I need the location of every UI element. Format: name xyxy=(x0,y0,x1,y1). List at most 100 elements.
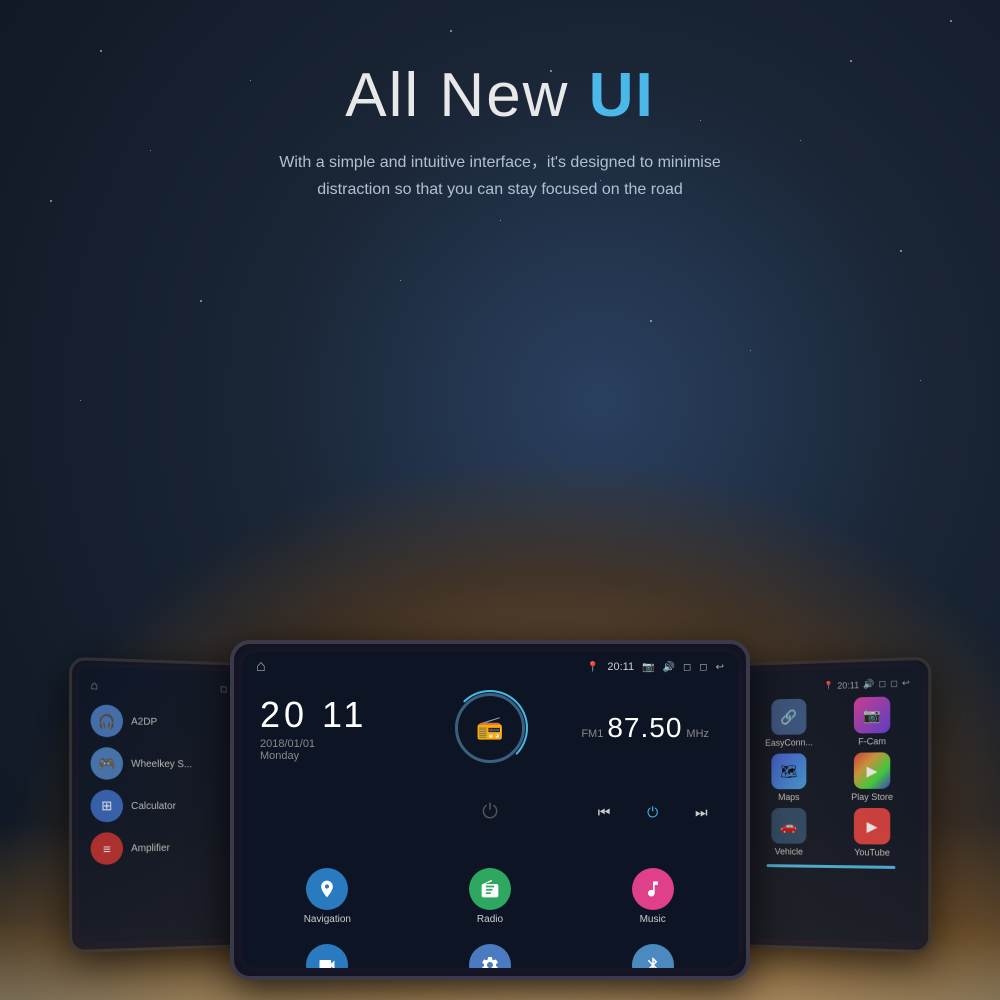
radio-circle: 📻 xyxy=(455,693,525,763)
wheelkey-icon: 🎮 xyxy=(91,747,123,780)
bluetooth-app-button[interactable]: Bluetooth xyxy=(571,938,734,968)
clock-date: 2018/01/01 xyxy=(260,738,315,750)
header-section: All New UI With a simple and intuitive i… xyxy=(0,60,1000,203)
bluetooth-icon xyxy=(632,944,674,968)
center-device-screen: ⌂ 📍 20:11 📷 🔊 ◻ ◻ ↩ 20 11 xyxy=(242,652,738,968)
back-icon[interactable]: ↩ xyxy=(716,662,724,673)
video-app-button[interactable]: Video xyxy=(246,938,409,968)
controls-cell: ⏮ ⏻ ⏭ xyxy=(571,770,734,854)
youtube-icon: ▶ xyxy=(854,808,890,845)
maps-icon: 🗺 xyxy=(771,753,806,789)
camera-icon: 📷 xyxy=(642,662,654,673)
window-icon: ◻ xyxy=(683,662,691,673)
right-device: 📍 20:11 🔊 ◻ ◻ ↩ 🔗 EasyConn... 📷 F-Cam 🗺 xyxy=(733,657,931,954)
screen-icon: ◻ xyxy=(699,662,707,673)
center-content: ⌂ 📍 20:11 📷 🔊 ◻ ◻ ↩ 20 11 xyxy=(242,652,738,968)
left-status-icon: ◻ xyxy=(220,683,227,694)
center-home-icon[interactable]: ⌂ xyxy=(256,658,266,676)
next-button[interactable]: ⏭ xyxy=(695,804,708,821)
right-device-screen: 📍 20:11 🔊 ◻ ◻ ↩ 🔗 EasyConn... 📷 F-Cam 🗺 xyxy=(742,666,922,944)
power-cell: ⏻ xyxy=(409,770,572,854)
radio-app-button[interactable]: Radio xyxy=(409,854,572,938)
right-status-time: 20:11 xyxy=(837,680,859,691)
left-home-icon[interactable]: ⌂ xyxy=(91,678,98,692)
power-small-button[interactable]: ⏻ xyxy=(647,804,658,821)
right-icon1: 🔊 xyxy=(863,679,874,690)
prev-button[interactable]: ⏮ xyxy=(598,804,611,821)
clock-spacer xyxy=(246,770,409,854)
right-app-grid: 🔗 EasyConn... 📷 F-Cam 🗺 Maps ▶ Play Stor… xyxy=(747,692,915,862)
video-icon xyxy=(306,944,348,968)
vehicle-label: Vehicle xyxy=(775,846,803,856)
playstore-app-button[interactable]: ▶ Play Store xyxy=(833,752,912,802)
left-app-list: 🎧 A2DP 🎮 Wheelkey S... ⊞ Calculator ≡ Am… xyxy=(84,695,233,874)
vehicle-icon: 🚗 xyxy=(771,808,806,844)
right-back-icon[interactable]: ↩ xyxy=(902,678,910,689)
list-item[interactable]: 🎮 Wheelkey S... xyxy=(86,742,231,785)
youtube-app-button[interactable]: ▶ YouTube xyxy=(833,808,912,858)
music-icon xyxy=(632,868,674,910)
wheelkey-label: Wheelkey S... xyxy=(131,758,192,770)
subtitle-line1: With a simple and intuitive interface，it… xyxy=(279,154,720,171)
calc-icon: ⊞ xyxy=(91,790,123,823)
fm-unit: MHz xyxy=(686,728,709,740)
subtitle-line2: distraction so that you can stay focused… xyxy=(317,181,683,198)
vehicle-app-button[interactable]: 🚗 Vehicle xyxy=(751,808,827,857)
devices-container: ⌂ ◻ 🎧 A2DP 🎮 Wheelkey S... ⊞ Calculator xyxy=(0,640,1000,980)
easyconnect-icon: 🔗 xyxy=(771,699,806,735)
center-status-bar: ⌂ 📍 20:11 📷 🔊 ◻ ◻ ↩ xyxy=(242,652,738,682)
nav-app-button[interactable]: Navigation xyxy=(246,854,409,938)
power-button[interactable]: ⏻ xyxy=(482,801,498,824)
radio-app-icon xyxy=(469,868,511,910)
right-icon2: ◻ xyxy=(879,678,887,689)
radio-icon: 📻 xyxy=(476,715,503,741)
amp-label: Amplifier xyxy=(131,842,170,853)
music-label: Music xyxy=(640,914,666,925)
fcam-label: F-Cam xyxy=(858,736,886,747)
fcam-icon: 📷 xyxy=(854,696,890,733)
playstore-icon: ▶ xyxy=(854,752,890,789)
fm-info-cell: FM1 87.50 MHz xyxy=(571,686,734,770)
center-main-grid: 20 11 2018/01/01 Monday 📻 FM1 xyxy=(242,682,738,968)
nav-icon xyxy=(306,868,348,910)
radio-app-label: Radio xyxy=(477,914,503,925)
settings-icon xyxy=(469,944,511,968)
maps-app-button[interactable]: 🗺 Maps xyxy=(751,753,827,802)
a2dp-label: A2DP xyxy=(131,716,157,728)
radio-circle-cell: 📻 xyxy=(409,686,572,770)
music-app-button[interactable]: Music xyxy=(571,854,734,938)
nav-label: Navigation xyxy=(304,914,351,925)
a2dp-icon: 🎧 xyxy=(91,704,123,737)
youtube-label: YouTube xyxy=(854,847,890,857)
list-item[interactable]: ⊞ Calculator xyxy=(86,785,231,828)
right-location-icon: 📍 xyxy=(824,681,834,690)
volume-icon: 🔊 xyxy=(663,662,675,673)
title-accent: UI xyxy=(589,61,655,130)
easyconnect-app-button[interactable]: 🔗 EasyConn... xyxy=(751,698,827,748)
settings-app-button[interactable]: Settings xyxy=(409,938,572,968)
center-status-right: 📍 20:11 📷 🔊 ◻ ◻ ↩ xyxy=(587,661,724,673)
fm-frequency: 87.50 xyxy=(607,712,682,744)
title-plain: All New xyxy=(345,61,588,130)
list-item[interactable]: 🎧 A2DP xyxy=(86,699,231,744)
subtitle: With a simple and intuitive interface，it… xyxy=(0,149,1000,203)
status-time: 20:11 xyxy=(607,661,634,673)
right-icon3: ◻ xyxy=(890,678,898,689)
center-device: ⌂ 📍 20:11 📷 🔊 ◻ ◻ ↩ 20 11 xyxy=(230,640,750,980)
location-icon: 📍 xyxy=(587,662,599,673)
right-progress-bar xyxy=(767,864,896,869)
clock-cell: 20 11 2018/01/01 Monday xyxy=(246,686,409,770)
amp-icon: ≡ xyxy=(91,832,123,865)
playstore-label: Play Store xyxy=(851,792,893,802)
maps-label: Maps xyxy=(778,792,799,802)
list-item[interactable]: ≡ Amplifier xyxy=(86,827,231,870)
clock-time: 20 11 xyxy=(260,694,367,736)
main-title: All New UI xyxy=(0,60,1000,131)
clock-day: Monday xyxy=(260,750,299,762)
easyconnect-label: EasyConn... xyxy=(765,737,813,748)
fcam-app-button[interactable]: 📷 F-Cam xyxy=(833,696,912,747)
left-device: ⌂ ◻ 🎧 A2DP 🎮 Wheelkey S... ⊞ Calculator xyxy=(69,657,247,953)
calc-label: Calculator xyxy=(131,800,176,811)
fm-band-label: FM1 xyxy=(581,728,603,740)
left-device-screen: ⌂ ◻ 🎧 A2DP 🎮 Wheelkey S... ⊞ Calculator xyxy=(78,666,238,943)
